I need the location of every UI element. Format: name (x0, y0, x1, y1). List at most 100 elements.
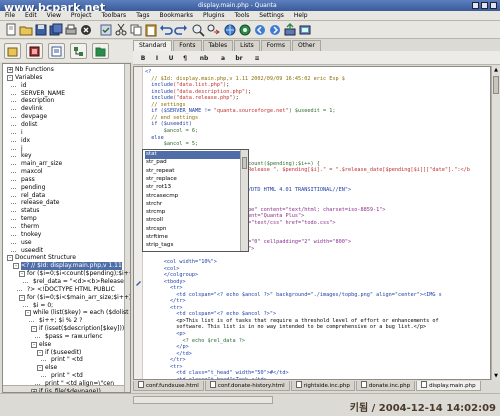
find-icon[interactable] (191, 23, 205, 37)
tree-item[interactable]: j (21, 145, 23, 153)
tree-expander-icon[interactable]: - (31, 326, 37, 333)
autocomplete-scroll-thumb[interactable] (242, 157, 247, 169)
back-icon[interactable] (253, 23, 267, 37)
minimize-button[interactable] (472, 2, 479, 9)
cut-icon[interactable] (114, 23, 128, 37)
tree-item[interactable]: print " <td align=\"cen (45, 380, 114, 388)
tag-button-6[interactable]: br (233, 53, 245, 63)
preview-browser-icon[interactable] (238, 23, 252, 37)
tree-expander-icon[interactable]: - (25, 310, 31, 317)
editor-vertical-scrollbar[interactable]: ▲ ▼ (491, 66, 500, 380)
autocomplete-option[interactable]: strcmp (145, 209, 240, 217)
tree-item[interactable]: id (21, 82, 26, 90)
preview-icon[interactable] (223, 23, 237, 37)
tree-item[interactable]: for ($i=0;$i<$main_arr_size;$i++) (27, 294, 130, 302)
tree-item[interactable]: $i = 0; (33, 302, 53, 310)
menu-item-help[interactable]: Help (289, 11, 313, 20)
autocomplete-option[interactable]: str_pad (145, 159, 240, 167)
tree-item[interactable]: $pass = raw.urlenc (45, 333, 103, 341)
tree-item[interactable]: ?> <!DOCTYPE HTML PUBLIC (27, 286, 115, 294)
menu-item-toolbars[interactable]: Toolbars (96, 11, 131, 20)
scroll-down-icon[interactable]: ▼ (493, 373, 499, 379)
tree-item[interactable]: rel_data (21, 192, 45, 200)
menu-item-bookmarks[interactable]: Bookmarks (154, 11, 198, 20)
tree-item[interactable]: if ($useedit) (45, 349, 81, 357)
open-folder-icon[interactable] (19, 23, 33, 37)
close-file-icon[interactable] (79, 23, 93, 37)
tree-item[interactable]: $rel_data = "<d><b>Release (33, 278, 124, 286)
document-tab[interactable]: donate.inc.php (355, 381, 416, 391)
autocomplete-option[interactable]: strcoll (145, 217, 240, 225)
autocomplete-option[interactable]: strcasecmp (145, 193, 240, 201)
templates-tree-icon[interactable] (48, 43, 65, 59)
tree-expander-icon[interactable]: + (7, 67, 13, 73)
forward-icon[interactable] (268, 23, 282, 37)
tree-expander-icon[interactable]: - (31, 341, 37, 348)
menu-item-tags[interactable]: Tags (131, 11, 154, 20)
upload-icon[interactable] (283, 23, 297, 37)
copy-icon[interactable] (129, 23, 143, 37)
document-tab[interactable]: conf.donate-history.html (204, 381, 290, 391)
tree-expander-icon[interactable]: - (7, 74, 13, 81)
document-structure-icon[interactable] (70, 43, 87, 59)
tree-item[interactable]: key (21, 152, 32, 160)
tag-button-0[interactable]: B (137, 53, 149, 63)
menu-item-plugins[interactable]: Plugins (198, 11, 230, 20)
tree-expander-icon[interactable]: - (19, 294, 25, 301)
autocomplete-option[interactable]: strcspn (145, 226, 240, 234)
tree-item[interactable]: useedit (21, 247, 43, 255)
tag-button-5[interactable]: a (217, 53, 229, 63)
tree-item[interactable]: Nb Functions (15, 66, 54, 74)
tree-item[interactable]: tnokey (21, 231, 41, 239)
tree-item[interactable]: print " <td (51, 356, 83, 364)
tag-button-3[interactable]: ¶ (179, 53, 191, 63)
tree-item[interactable]: while (list($key) = each ($dolist (33, 309, 128, 317)
tree-item[interactable]: release_date (21, 199, 59, 207)
autocomplete-popup[interactable]: stat str_pad str_repeat str_replace str_rot1… (142, 149, 249, 252)
tree-expander-icon[interactable]: - (37, 365, 43, 372)
scroll-up-icon[interactable]: ▲ (493, 67, 499, 73)
project-tree-icon[interactable] (26, 43, 43, 59)
redo-icon[interactable] (174, 23, 188, 37)
tree-item[interactable]: for ($i=0;$i<count($pending);$i++) (27, 270, 130, 278)
tree-item[interactable]: if (isset($description[$key])) (39, 325, 124, 333)
menu-item-view[interactable]: View (42, 11, 66, 20)
print-icon[interactable] (64, 23, 78, 37)
tree-item[interactable]: <? // $Id: display.main.php,v 1.11 (21, 262, 122, 271)
autocomplete-option[interactable]: strchr (145, 201, 240, 209)
save-all-icon[interactable] (49, 23, 63, 37)
menu-item-settings[interactable]: Settings (254, 11, 289, 20)
tab-lists[interactable]: Lists (234, 40, 260, 51)
tag-button-1[interactable]: I (151, 53, 163, 63)
tree-item[interactable]: use (21, 239, 32, 247)
menu-item-file[interactable]: File (0, 11, 20, 20)
new-file-icon[interactable] (4, 23, 18, 37)
document-tab[interactable]: conf.fundxuse.html (133, 381, 204, 391)
tree-item[interactable]: dolist (21, 121, 37, 129)
document-tab[interactable]: display.main.php (416, 381, 481, 391)
autocomplete-option[interactable]: str_rot13 (145, 184, 240, 192)
tab-forms[interactable]: Forms (260, 40, 292, 51)
maximize-button[interactable] (481, 2, 488, 9)
tree-item[interactable]: pass (21, 176, 35, 184)
tree-item[interactable]: else (45, 364, 57, 372)
tree-item[interactable]: $i++; $i % 2 ? (39, 317, 82, 325)
tree-item[interactable]: Variables (15, 74, 42, 82)
tree-item[interactable]: main_arr_size (21, 160, 62, 168)
tree-expander-icon[interactable]: - (13, 263, 19, 270)
tab-fonts[interactable]: Fonts (173, 40, 202, 51)
close-button[interactable] (490, 2, 497, 9)
paste-icon[interactable] (144, 23, 158, 37)
autocomplete-scrollbar[interactable] (240, 150, 248, 251)
tab-tables[interactable]: Tables (202, 40, 234, 51)
tree-vertical-scrollbar[interactable] (124, 64, 130, 392)
menu-item-tools[interactable]: Tools (230, 11, 255, 20)
tag-button-4[interactable]: nb (195, 53, 213, 63)
autocomplete-option[interactable]: strftime (145, 234, 240, 242)
autocomplete-option[interactable]: str_replace (145, 176, 240, 184)
tree-item[interactable]: Document Structure (15, 254, 76, 262)
tree-item[interactable]: i (21, 129, 23, 137)
tree-item[interactable]: else (39, 341, 51, 349)
menu-item-edit[interactable]: Edit (20, 11, 42, 20)
autocomplete-option[interactable]: str_repeat (145, 168, 240, 176)
